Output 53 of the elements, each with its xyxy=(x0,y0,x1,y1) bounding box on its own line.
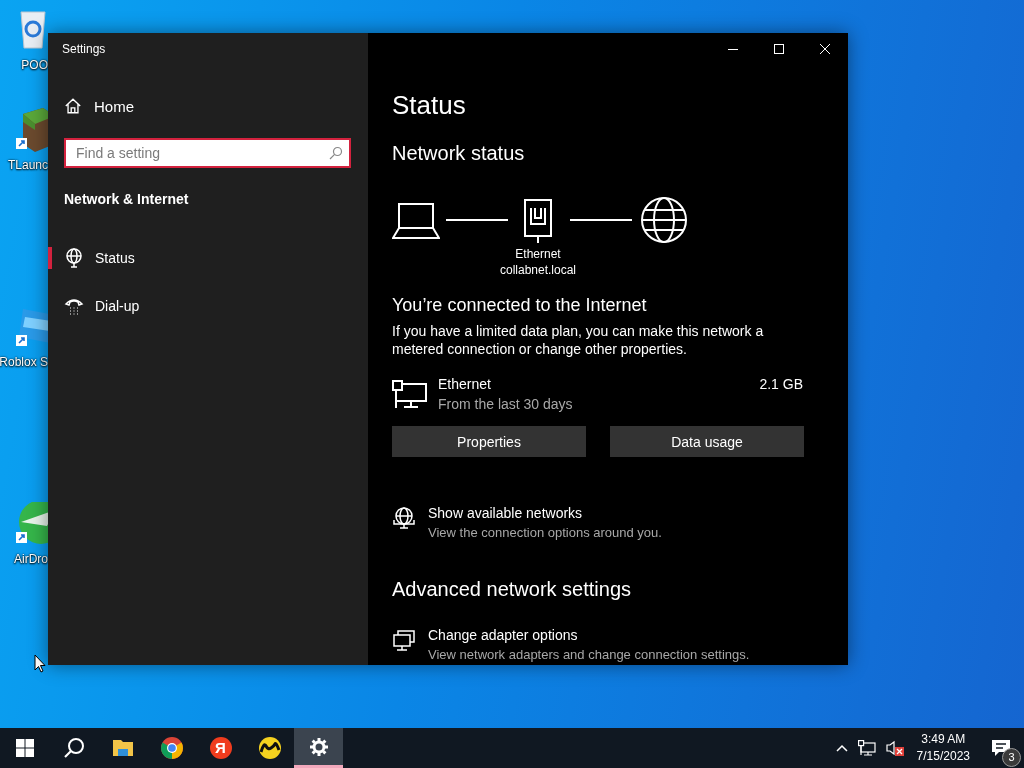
phone-icon xyxy=(64,296,84,316)
network-icon[interactable] xyxy=(857,740,876,756)
chevron-up-icon[interactable] xyxy=(835,744,848,752)
settings-link[interactable]: Change adapter options xyxy=(428,626,578,645)
section-heading: Network & Internet xyxy=(64,190,189,209)
yandex-logo: Я xyxy=(209,737,232,759)
search-icon xyxy=(329,146,343,160)
home-icon xyxy=(64,97,82,115)
notification-count: 3 xyxy=(1002,748,1021,767)
nav-item[interactable]: Dial-up xyxy=(48,282,368,330)
settings-link[interactable]: Show available networks xyxy=(428,504,583,523)
squiggle-logo-icon xyxy=(257,736,282,760)
action-button[interactable]: Properties xyxy=(392,426,586,457)
link-description: View network adapters and change connection settings. xyxy=(428,646,750,664)
ethernet-port-icon xyxy=(523,196,553,244)
close-icon xyxy=(820,44,830,54)
connection-name: Ethernet xyxy=(438,375,491,394)
network-pc-icon xyxy=(392,380,428,410)
status-heading: You’re connected to the Internet xyxy=(392,294,647,317)
chrome-icon xyxy=(159,736,184,760)
page-title: Status xyxy=(392,89,466,122)
clock-time: 3:49 AM xyxy=(921,731,966,748)
speaker-muted-icon[interactable] xyxy=(885,740,904,756)
icon-label: AirDro xyxy=(14,551,48,567)
monitors-icon xyxy=(392,629,416,653)
action-button[interactable]: Data usage xyxy=(610,426,804,457)
link-description: View the connection options around you. xyxy=(428,524,662,542)
section-heading: Advanced network settings xyxy=(392,577,632,602)
windows-logo-icon xyxy=(15,739,34,757)
globe-icon xyxy=(64,248,84,268)
network-label: collabnet.local xyxy=(499,262,577,278)
status-description: If you have a limited data plan, you can make this network a metered connection or change other properties. xyxy=(392,322,765,358)
usage-period: From the last 30 days xyxy=(438,395,573,414)
icon-label: POO xyxy=(21,57,48,73)
maximize-icon xyxy=(774,44,784,54)
data-amount: 2.1 GB xyxy=(759,375,803,394)
search-field[interactable]: Find a setting xyxy=(64,138,351,168)
icon-label: TLaunc xyxy=(7,157,48,173)
globe-monitor-icon xyxy=(392,507,416,531)
clock-date: 7/15/2023 xyxy=(916,748,970,765)
window-title: Settings xyxy=(61,41,107,58)
adapter-label: Ethernet xyxy=(515,246,561,262)
taskbar-button[interactable] xyxy=(294,728,343,768)
taskbar-button[interactable]: Я xyxy=(196,728,245,768)
home-link[interactable]: Home xyxy=(48,86,144,126)
section-heading: Network status xyxy=(392,141,525,166)
search-icon xyxy=(62,737,85,759)
icon-label: Roblox S xyxy=(0,354,48,370)
folder-icon xyxy=(111,737,134,759)
clock[interactable]: 3:49 AM 7/15/2023 xyxy=(908,728,978,768)
globe-icon xyxy=(640,196,688,244)
gear-icon xyxy=(308,736,329,757)
cursor-icon xyxy=(34,654,46,673)
